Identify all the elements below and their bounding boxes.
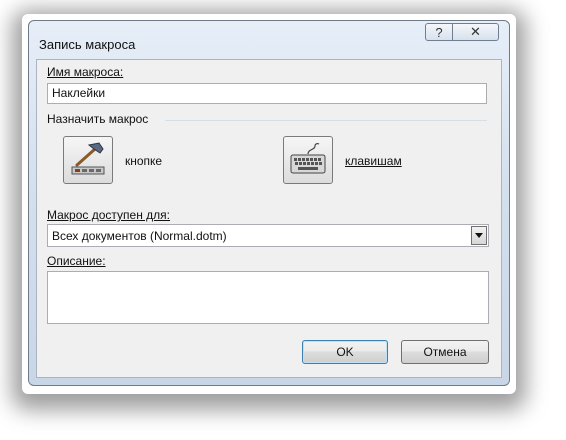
available-for-value: Всех документов (Normal.dotm)	[52, 229, 227, 243]
assign-to-keyboard-label-text: клавишам	[345, 154, 402, 168]
description-label: Описание:	[47, 254, 106, 268]
record-macro-dialog: Запись макроса ? ✕ Имя макроса: Наклейки…	[28, 20, 510, 386]
assign-to-button-label-text: кнопке	[125, 154, 163, 168]
help-icon: ?	[435, 24, 443, 40]
macro-name-label-text: Имя макроса:	[47, 65, 124, 79]
macro-name-input[interactable]: Наклейки	[47, 83, 487, 104]
keyboard-icon	[290, 143, 326, 174]
title-bar: Запись макроса ? ✕	[29, 21, 509, 52]
assign-macro-group-label: Назначить макрос	[47, 112, 149, 126]
available-for-select[interactable]: Всех документов (Normal.dotm)	[47, 224, 489, 247]
assign-to-keyboard-button[interactable]	[283, 136, 333, 184]
assign-to-button-label: кнопке	[125, 154, 162, 168]
available-for-label: Макрос доступен для:	[47, 208, 170, 222]
dropdown-arrow-button[interactable]	[471, 226, 487, 245]
group-divider	[165, 120, 487, 121]
dialog-body: Имя макроса: Наклейки Назначить макрос к…	[36, 59, 502, 378]
help-button[interactable]: ?	[425, 23, 453, 41]
hammer-toolbar-icon	[71, 142, 105, 175]
cancel-button[interactable]: Отмена	[401, 340, 489, 364]
close-icon: ✕	[470, 24, 481, 39]
title-bar-buttons: ? ✕	[425, 23, 499, 41]
description-label-text: Описание:	[47, 254, 106, 268]
assign-to-keyboard-label: клавишам	[345, 154, 402, 168]
available-for-label-text: Макрос доступен для:	[47, 208, 171, 222]
dialog-title: Запись макроса	[39, 37, 136, 52]
chevron-down-icon	[475, 233, 483, 238]
ok-button[interactable]: OK	[302, 340, 388, 364]
description-textarea[interactable]	[47, 271, 489, 324]
close-button[interactable]: ✕	[453, 23, 499, 41]
macro-name-label: Имя макроса:	[47, 65, 123, 79]
assign-to-button-button[interactable]	[63, 136, 113, 184]
